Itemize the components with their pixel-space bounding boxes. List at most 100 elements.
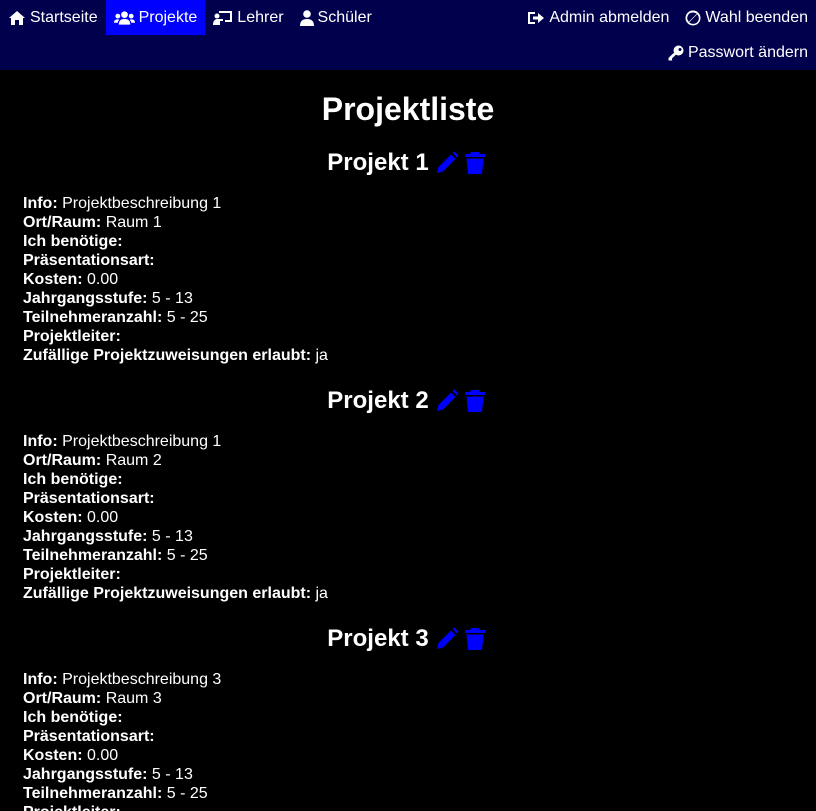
room-value: Raum 2 [105, 452, 162, 469]
pencil-icon [436, 627, 459, 649]
presentation-row: Präsentationsart: [23, 727, 816, 746]
pencil-icon [436, 151, 459, 173]
room-label: Ort/Raum: [23, 214, 102, 231]
edit-project-button[interactable] [433, 387, 461, 415]
leader-label: Projektleiter: [23, 804, 121, 811]
nav-end-vote-label: Wahl beenden [705, 8, 808, 26]
page-title: Projektliste [321, 91, 495, 127]
project-details: Info: Projektbeschreibung 1 Ort/Raum: Ra… [0, 432, 816, 603]
presentation-row: Präsentationsart: [23, 489, 816, 508]
info-row: Info: Projektbeschreibung 1 [23, 432, 816, 451]
leader-row: Projektleiter: [23, 327, 816, 346]
nav-right-group-2: Passwort ändern [660, 35, 816, 70]
needs-label: Ich benötige: [23, 709, 123, 726]
project-card: Projekt 3 Info: Projektbeschreibung 3 Or… [0, 621, 816, 811]
grade-row: Jahrgangsstufe: 5 - 13 [23, 765, 816, 784]
room-label: Ort/Raum: [23, 690, 102, 707]
info-value: Projektbeschreibung 1 [62, 195, 222, 212]
info-row: Info: Projektbeschreibung 1 [23, 194, 816, 213]
delete-project-button[interactable] [461, 149, 489, 177]
project-actions [433, 387, 489, 415]
grade-value: 5 - 13 [151, 528, 193, 545]
needs-row: Ich benötige: [23, 708, 816, 727]
home-icon [9, 10, 25, 25]
project-actions [433, 625, 489, 653]
grade-value: 5 - 13 [151, 766, 193, 783]
info-label: Info: [23, 433, 58, 450]
needs-row: Ich benötige: [23, 232, 816, 251]
delete-project-button[interactable] [461, 625, 489, 653]
nav-end-vote-link[interactable]: Wahl beenden [677, 0, 816, 35]
room-label: Ort/Raum: [23, 452, 102, 469]
edit-project-button[interactable] [433, 625, 461, 653]
participants-value: 5 - 25 [166, 309, 208, 326]
trash-icon [464, 152, 485, 174]
nav-logout-label: Admin abmelden [549, 8, 670, 26]
room-value: Raum 1 [105, 214, 162, 231]
needs-label: Ich benötige: [23, 471, 123, 488]
participants-row: Teilnehmeranzahl: 5 - 25 [23, 546, 816, 565]
cost-label: Kosten: [23, 509, 83, 526]
nav-change-password-label: Passwort ändern [687, 43, 808, 61]
trash-icon [464, 390, 485, 412]
nav-projects-label: Projekte [138, 8, 198, 26]
cost-row: Kosten: 0.00 [23, 508, 816, 527]
project-title: Projekt 2 [327, 387, 429, 414]
needs-label: Ich benötige: [23, 233, 123, 250]
delete-project-button[interactable] [461, 387, 489, 415]
nav-students-link[interactable]: Schüler [292, 0, 380, 35]
participants-label: Teilnehmeranzahl: [23, 785, 163, 802]
trash-icon [464, 628, 485, 650]
random-row: Zufällige Projektzuweisungen erlaubt: ja [23, 346, 816, 365]
nav-teachers-label: Lehrer [237, 8, 284, 26]
random-row: Zufällige Projektzuweisungen erlaubt: ja [23, 584, 816, 603]
leader-row: Projektleiter: [23, 803, 816, 811]
presentation-label: Präsentationsart: [23, 490, 155, 507]
info-label: Info: [23, 671, 58, 688]
random-value: ja [315, 347, 328, 364]
pencil-icon [436, 389, 459, 411]
nav-change-password-link[interactable]: Passwort ändern [660, 35, 816, 70]
project-card: Projekt 2 Info: Projektbeschreibung 1 Or… [0, 383, 816, 603]
chalkboard-teacher-icon [213, 10, 233, 25]
room-value: Raum 3 [105, 690, 162, 707]
project-title: Projekt 1 [327, 149, 429, 176]
grade-label: Jahrgangsstufe: [23, 290, 148, 307]
needs-row: Ich benötige: [23, 470, 816, 489]
project-details: Info: Projektbeschreibung 1 Ort/Raum: Ra… [0, 194, 816, 365]
info-value: Projektbeschreibung 3 [62, 671, 222, 688]
info-label: Info: [23, 195, 58, 212]
navbar: Startseite Projekte Lehrer Schüler Admin… [0, 0, 816, 70]
random-value: ja [315, 585, 328, 602]
presentation-label: Präsentationsart: [23, 252, 155, 269]
nav-students-label: Schüler [317, 8, 372, 26]
leader-label: Projektleiter: [23, 328, 121, 345]
nav-right-group: Admin abmelden Wahl beenden [519, 0, 816, 35]
cost-value: 0.00 [87, 747, 119, 764]
participants-label: Teilnehmeranzahl: [23, 309, 163, 326]
project-card: Projekt 1 Info: Projektbeschreibung 1 Or… [0, 145, 816, 365]
nav-logout-link[interactable]: Admin abmelden [519, 0, 677, 35]
nav-teachers-link[interactable]: Lehrer [205, 0, 291, 35]
random-label: Zufällige Projektzuweisungen erlaubt: [23, 347, 312, 364]
info-value: Projektbeschreibung 1 [62, 433, 222, 450]
cost-label: Kosten: [23, 271, 83, 288]
random-label: Zufällige Projektzuweisungen erlaubt: [23, 585, 312, 602]
grade-label: Jahrgangsstufe: [23, 766, 148, 783]
edit-project-button[interactable] [433, 149, 461, 177]
sign-out-icon [528, 11, 545, 24]
nav-home-label: Startseite [30, 8, 98, 26]
nav-home-link[interactable]: Startseite [0, 0, 106, 35]
project-title-row: Projekt 2 [0, 383, 816, 419]
info-row: Info: Projektbeschreibung 3 [23, 670, 816, 689]
key-icon [668, 45, 684, 60]
room-row: Ort/Raum: Raum 1 [23, 213, 816, 232]
leader-label: Projektleiter: [23, 566, 121, 583]
nav-projects-link[interactable]: Projekte [105, 0, 206, 35]
participants-row: Teilnehmeranzahl: 5 - 25 [23, 784, 816, 803]
project-title-row: Projekt 1 [0, 145, 816, 181]
project-title-row: Projekt 3 [0, 621, 816, 657]
project-actions [433, 149, 489, 177]
grade-label: Jahrgangsstufe: [23, 528, 148, 545]
cost-value: 0.00 [87, 509, 119, 526]
